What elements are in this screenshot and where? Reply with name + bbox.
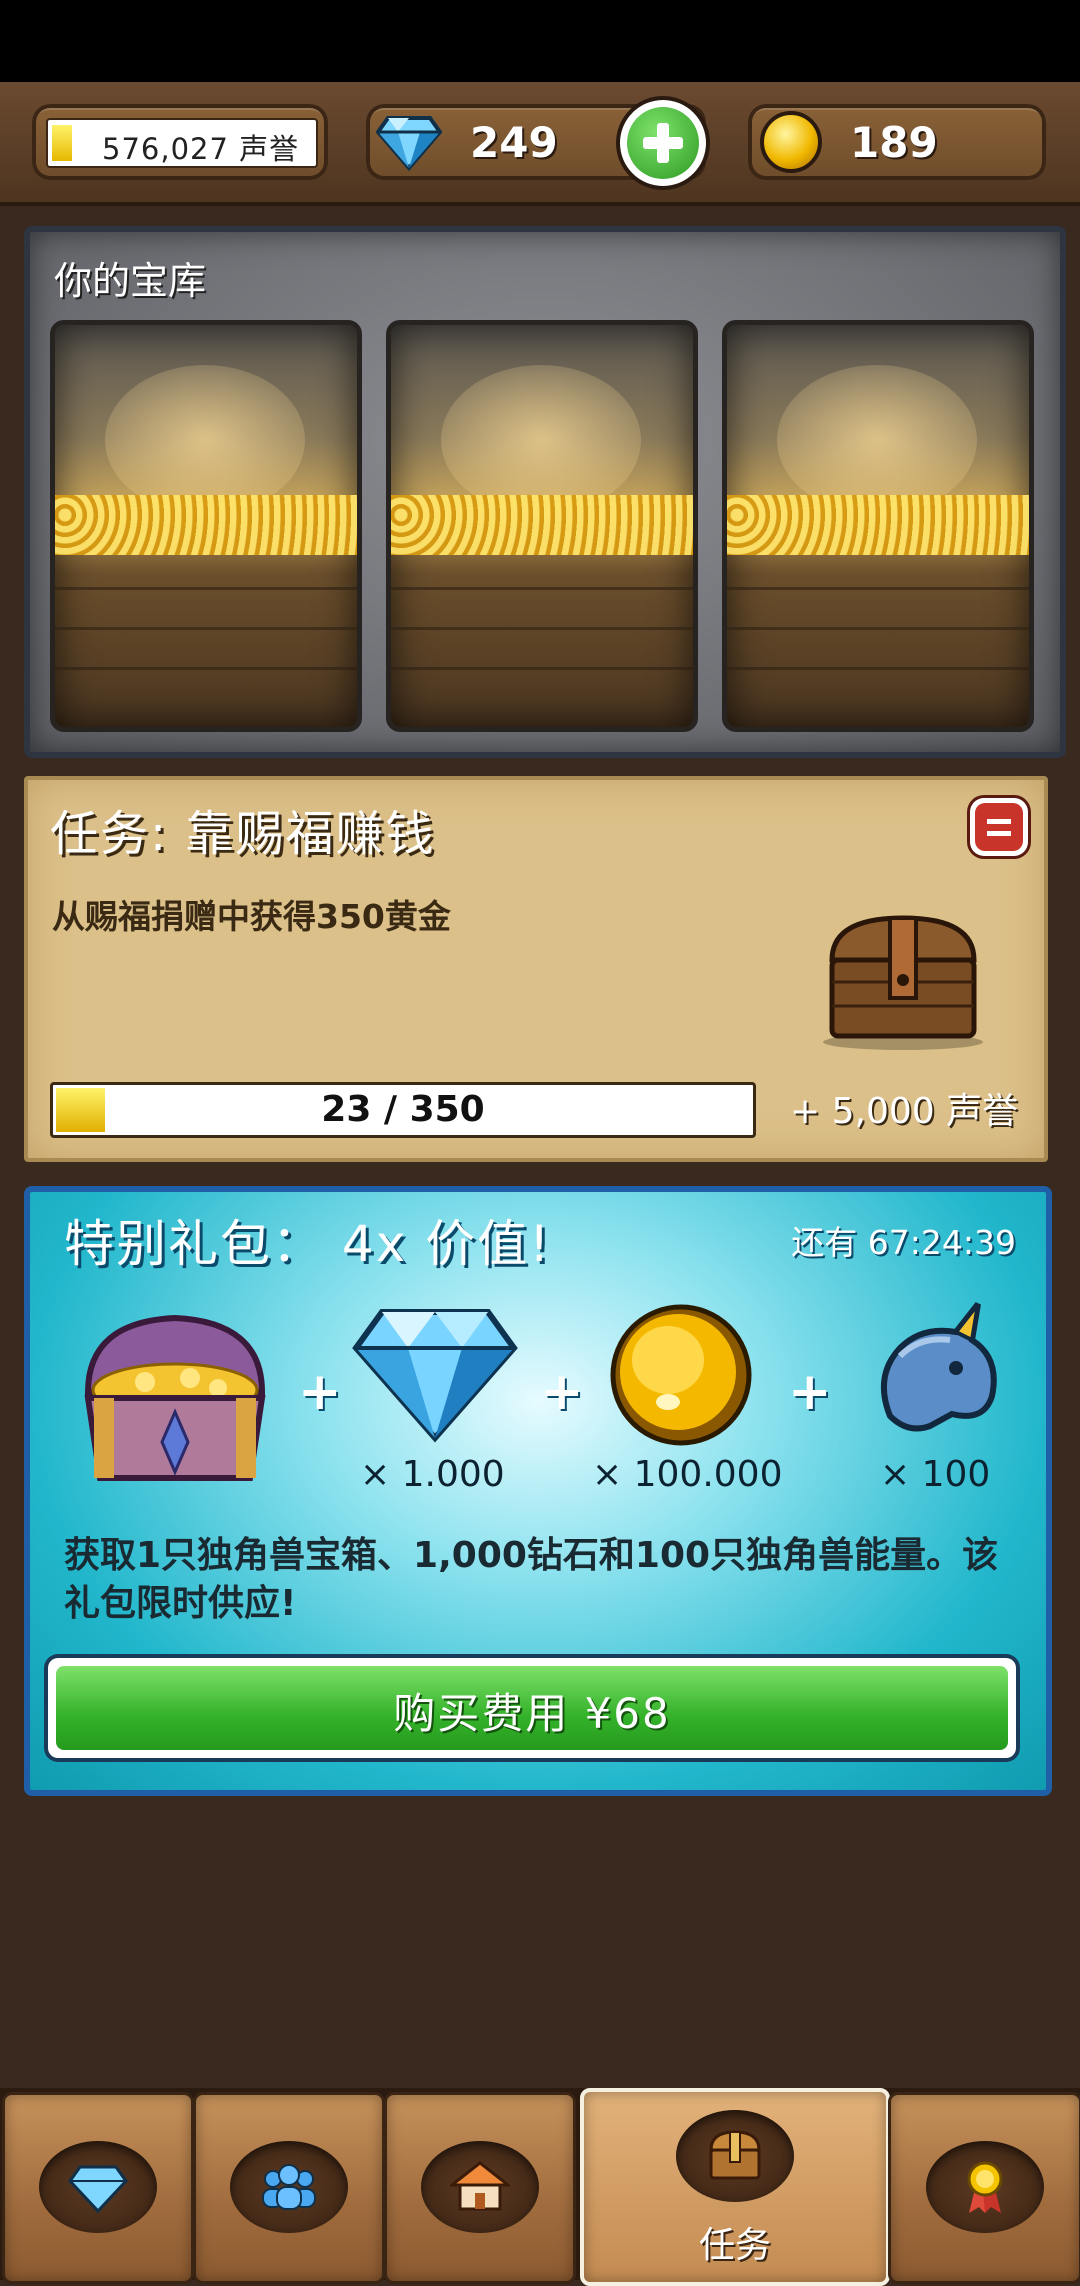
gold-pile-icon (727, 495, 1029, 555)
swap-quest-button[interactable] (970, 798, 1028, 856)
house-icon (450, 2161, 510, 2211)
gold-pile-icon (55, 495, 357, 555)
treasure-chest-icon (823, 915, 983, 1050)
reputation-counter: 576,027 声誉 (32, 104, 328, 180)
reputation-value: 576,027 声誉 (102, 132, 300, 166)
tab-gems[interactable] (2, 2092, 194, 2284)
unicorn-energy-quantity: × 100 (880, 1454, 991, 1495)
offer-title: 特别礼包： 4x 价值! (64, 1215, 552, 1273)
diamond-icon (376, 116, 442, 172)
diamond-icon (68, 2165, 128, 2214)
gem-value: 249 (470, 118, 558, 167)
unicorn-energy-icon (881, 1302, 997, 1432)
tab-achievements[interactable] (888, 2092, 1080, 2284)
quest-reward: + 5,000 声誉 (790, 1091, 1019, 1132)
vault-slot-2[interactable] (386, 320, 698, 732)
tab-quests-label: 任务 (698, 2225, 771, 2266)
add-gems-button[interactable] (620, 100, 706, 186)
diamond-icon (352, 1309, 518, 1443)
vault-slot-3[interactable] (722, 320, 1034, 732)
special-offer-panel: 特别礼包： 4x 价值! 还有 67:24:39 + × 1.000 + × 1… (24, 1186, 1052, 1796)
tab-quests[interactable]: 任务 (580, 2088, 890, 2286)
gold-pile-icon (391, 495, 693, 555)
quest-progress-bar: 23 / 350 (50, 1082, 756, 1138)
plus-sign: + (540, 1362, 584, 1422)
quest-progress-text: 23 / 350 (321, 1089, 485, 1130)
medal-icon (967, 2161, 1003, 2213)
vault-slot-1[interactable] (50, 320, 362, 732)
tab-people[interactable] (193, 2092, 385, 2284)
tab-home[interactable] (384, 2092, 576, 2284)
plus-icon (627, 107, 699, 179)
gold-counter: 189 (748, 104, 1046, 180)
status-bar (0, 0, 1080, 82)
treasure-chest-icon (709, 2130, 761, 2180)
vault-title: 你的宝库 (54, 259, 207, 303)
unicorn-chest-icon (84, 1314, 266, 1481)
buy-button-label: 购买费用 ¥68 (393, 1689, 671, 1738)
swap-icon (975, 803, 1023, 851)
offer-description: 获取1只独角兽宝箱、1,000钻石和100只独角兽能量。该礼包限时供应! (64, 1535, 999, 1624)
gold-coin-icon (610, 1304, 752, 1446)
plus-sign: + (788, 1362, 832, 1422)
reputation-box: 576,027 声誉 (46, 118, 318, 168)
vault-panel: 你的宝库 (24, 226, 1066, 758)
plus-sign: + (298, 1362, 342, 1422)
offer-timer: 还有 67:24:39 (791, 1223, 1016, 1262)
quest-title: 任务: 靠赐福赚钱 (50, 806, 436, 862)
people-icon (262, 2164, 316, 2210)
gold-coin-icon (760, 111, 822, 173)
reputation-fill (52, 125, 72, 161)
gold-quantity: × 100.000 (592, 1454, 783, 1495)
quest-description: 从赐福捐赠中获得350黄金 (52, 897, 451, 936)
quest-panel: 任务: 靠赐福赚钱 从赐福捐赠中获得350黄金 23 / 350 + 5,000… (24, 776, 1048, 1162)
buy-button[interactable]: 购买费用 ¥68 (48, 1658, 1016, 1758)
diamond-quantity: × 1.000 (360, 1454, 505, 1495)
gold-value: 189 (850, 118, 938, 167)
bottom-nav: 任务 (0, 2088, 1080, 2286)
currency-bar: 576,027 声誉 249 189 (0, 82, 1080, 206)
